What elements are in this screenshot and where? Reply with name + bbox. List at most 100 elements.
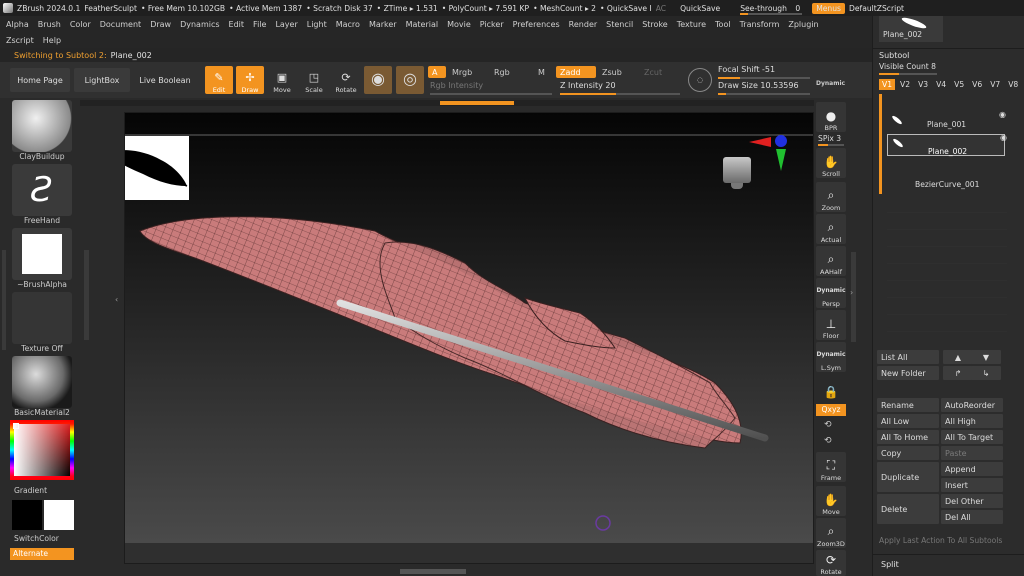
persp-button[interactable]: Dynamic Persp	[816, 278, 846, 308]
lock-button[interactable]: 🔒	[816, 376, 846, 400]
list-all-button[interactable]: List All	[877, 350, 939, 364]
menu-material[interactable]: Material	[406, 20, 439, 29]
left-dock-handle[interactable]	[84, 250, 89, 340]
axis-gizmo[interactable]	[745, 131, 789, 173]
move-up-button[interactable]: ▲	[943, 350, 973, 364]
menu-document[interactable]: Document	[100, 20, 141, 29]
split-section[interactable]: Split	[881, 560, 899, 569]
gradient-label[interactable]: Gradient	[14, 486, 47, 495]
duplicate-button[interactable]: Duplicate	[877, 462, 939, 492]
menu-layer[interactable]: Layer	[275, 20, 297, 29]
switchcolor-button[interactable]: SwitchColor	[14, 534, 59, 543]
lsym-button[interactable]: Dynamic L.Sym	[816, 342, 846, 372]
version-tab-v1[interactable]: V1	[879, 79, 896, 90]
left-canvas-arrow-icon[interactable]: ‹	[115, 295, 118, 304]
stroke-thumbnail[interactable]: Ƨ	[12, 164, 72, 216]
menu-stroke[interactable]: Stroke	[642, 20, 668, 29]
menu-file[interactable]: File	[253, 20, 266, 29]
scale-button[interactable]: ◳ Scale	[300, 66, 328, 94]
lazymouse-icon[interactable]: ◌	[688, 68, 712, 92]
move-down-button[interactable]: ▼	[971, 350, 1001, 364]
all-low-button[interactable]: All Low	[877, 414, 939, 428]
menu-edit[interactable]: Edit	[229, 20, 245, 29]
menu-alpha[interactable]: Alpha	[6, 20, 29, 29]
copy-button[interactable]: Copy	[877, 446, 939, 460]
material-sphere-button[interactable]: ◉	[364, 66, 392, 94]
rgb-intensity-slider[interactable]: Rgb Intensity	[430, 81, 552, 95]
subtool-item-beziercurve-001[interactable]: BezierCurve_001	[887, 174, 1005, 196]
subtool-scrollbar[interactable]	[879, 94, 882, 194]
floor-button[interactable]: ⊥ Floor	[816, 310, 846, 340]
menu-transform[interactable]: Transform	[740, 20, 780, 29]
append-button[interactable]: Append	[941, 462, 1003, 476]
menu-texture[interactable]: Texture	[677, 20, 706, 29]
menu-color[interactable]: Color	[70, 20, 91, 29]
del-all-button[interactable]: Del All	[941, 510, 1003, 524]
feather-mesh-viewport[interactable]	[125, 113, 813, 543]
document-canvas[interactable]	[125, 113, 813, 543]
menu-draw[interactable]: Draw	[150, 20, 171, 29]
right-canvas-arrow-icon[interactable]: ›	[850, 288, 853, 297]
alpha-thumbnail[interactable]	[12, 228, 72, 280]
zoom3d-button[interactable]: ⌕ Zoom3D	[816, 518, 846, 548]
bottom-tray-handle[interactable]	[400, 569, 466, 574]
menu-help[interactable]: Help	[43, 36, 61, 45]
menu-marker[interactable]: Marker	[369, 20, 397, 29]
insert-button[interactable]: Insert	[941, 478, 1003, 492]
version-tab-v3[interactable]: V3	[915, 79, 931, 90]
draw-size-slider[interactable]: Draw Size 10.53596	[718, 81, 810, 95]
menu-zplugin[interactable]: Zplugin	[788, 20, 818, 29]
bpr-button[interactable]: ● BPR	[816, 102, 846, 132]
zoom-button[interactable]: ⌕ Zoom	[816, 182, 846, 212]
rotate-y-icon[interactable]: ⟲	[824, 420, 832, 430]
z-intensity-slider[interactable]: Z Intensity 20	[560, 81, 680, 95]
delete-button[interactable]: Delete	[877, 494, 939, 524]
dynamic-label[interactable]: Dynamic	[816, 80, 845, 87]
left-panel-collapse[interactable]	[2, 250, 6, 350]
aahalf-button[interactable]: ⌕ AAHalf	[816, 246, 846, 276]
qxyz-button[interactable]: Qxyz	[816, 404, 846, 416]
menu-brush[interactable]: Brush	[38, 20, 61, 29]
menu-zscript[interactable]: Zscript	[6, 36, 34, 45]
alternate-button[interactable]: Alternate	[10, 548, 74, 560]
all-to-target-button[interactable]: All To Target	[941, 430, 1003, 444]
new-folder-button[interactable]: New Folder	[877, 366, 939, 380]
rgb-toggle[interactable]: Rgb	[490, 66, 526, 78]
a-toggle[interactable]: A	[428, 66, 446, 78]
menu-movie[interactable]: Movie	[447, 20, 471, 29]
menu-picker[interactable]: Picker	[480, 20, 504, 29]
subtool-item-plane-002[interactable]: Plane_002 ◉	[887, 133, 1007, 156]
lightbox-button[interactable]: LightBox	[74, 68, 130, 92]
menu-render[interactable]: Render	[569, 20, 597, 29]
menu-light[interactable]: Light	[307, 20, 327, 29]
reference-image[interactable]	[125, 136, 189, 200]
tool-thumbnail[interactable]: Plane_002	[879, 15, 943, 42]
subtool-item-plane-001[interactable]: Plane_001 ◉	[887, 110, 1006, 134]
defaultzscript-button[interactable]: DefaultZScript	[849, 4, 904, 13]
all-high-button[interactable]: All High	[941, 414, 1003, 428]
all-to-home-button[interactable]: All To Home	[877, 430, 939, 444]
live-boolean-button[interactable]: Live Boolean	[134, 68, 196, 92]
actual-button[interactable]: ⌕ Actual	[816, 214, 846, 244]
rename-button[interactable]: Rename	[877, 398, 939, 412]
apply-last-action-button[interactable]: Apply Last Action To All Subtools	[879, 536, 1002, 545]
edit-button[interactable]: ✎ Edit	[205, 66, 233, 94]
home-page-button[interactable]: Home Page	[10, 68, 70, 92]
del-other-button[interactable]: Del Other	[941, 494, 1003, 508]
version-tab-v4[interactable]: V4	[933, 79, 949, 90]
scroll-button[interactable]: ✋ Scroll	[816, 148, 846, 178]
mrgb-toggle[interactable]: Mrgb	[448, 66, 488, 78]
rotate-button[interactable]: ⟳ Rotate	[332, 66, 360, 94]
version-tab-v5[interactable]: V5	[951, 79, 967, 90]
menu-macro[interactable]: Macro	[336, 20, 360, 29]
version-tab-v8[interactable]: V8	[1005, 79, 1021, 90]
visible-count-slider[interactable]: Visible Count 8	[879, 62, 939, 75]
polypaint-sphere-button[interactable]: ◎	[396, 66, 424, 94]
version-tab-v6[interactable]: V6	[969, 79, 985, 90]
seethrough-slider[interactable]: See-through 0	[740, 4, 803, 15]
zcut-toggle[interactable]: Zcut	[640, 66, 680, 78]
rotate-z-icon[interactable]: ⟲	[824, 436, 832, 446]
zsub-toggle[interactable]: Zsub	[598, 66, 638, 78]
quicksave-button[interactable]: QuickSave	[680, 4, 720, 13]
move-view-button[interactable]: ✋ Move	[816, 486, 846, 516]
